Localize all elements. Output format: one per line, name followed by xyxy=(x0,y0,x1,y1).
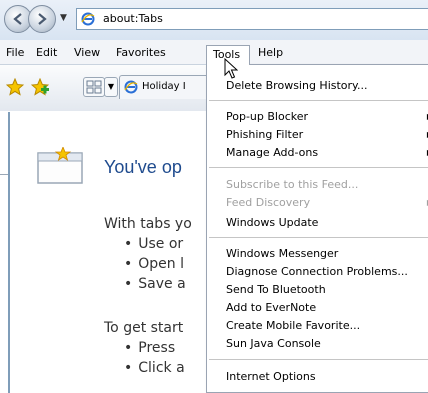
get-started-text: To get start xyxy=(104,320,184,336)
favorites-star-icon[interactable] xyxy=(6,78,24,96)
tab-list-dropdown[interactable]: ▼ xyxy=(104,77,118,97)
list-item: Click a xyxy=(124,360,184,376)
address-bar[interactable]: about:Tabs xyxy=(76,8,428,30)
forward-button[interactable] xyxy=(28,5,56,33)
menu-item-diagnose-connection[interactable]: Diagnose Connection Problems... xyxy=(226,265,408,278)
menu-item-phishing-filter[interactable]: Phishing Filter xyxy=(226,128,303,141)
forward-arrow-icon xyxy=(38,13,47,25)
menu-item-create-mobile-favorite[interactable]: Create Mobile Favorite... xyxy=(226,319,360,332)
mouse-pointer-icon xyxy=(224,58,238,79)
menu-view[interactable]: View xyxy=(74,46,100,59)
quick-tabs-button[interactable] xyxy=(83,77,105,97)
menu-separator xyxy=(209,359,428,360)
address-row: ▼ about:Tabs xyxy=(0,0,428,40)
recent-pages-dropdown[interactable]: ▼ xyxy=(60,13,67,23)
menu-separator xyxy=(209,100,428,101)
menu-item-subscribe-feed: Subscribe to this Feed... xyxy=(226,178,359,191)
menu-item-internet-options[interactable]: Internet Options xyxy=(226,370,316,383)
menu-item-windows-update[interactable]: Windows Update xyxy=(226,216,318,229)
tab-holiday[interactable]: Holiday I xyxy=(119,75,219,99)
menu-item-manage-addons[interactable]: Manage Add-ons xyxy=(226,146,318,159)
menu-item-add-evernote[interactable]: Add to EverNote xyxy=(226,301,316,314)
menu-separator xyxy=(209,237,428,238)
add-favorite-icon[interactable] xyxy=(31,78,49,96)
tab-label: Holiday I xyxy=(142,81,186,92)
back-arrow-icon xyxy=(13,13,22,25)
ie-logo-icon xyxy=(81,12,95,26)
menu-item-popup-blocker[interactable]: Pop-up Blocker xyxy=(226,110,308,123)
intro-text: With tabs yo xyxy=(104,216,192,232)
menu-help[interactable]: Help xyxy=(258,46,283,59)
ie-logo-icon xyxy=(124,80,138,94)
list-item: Open l xyxy=(124,256,184,272)
menu-item-send-bluetooth[interactable]: Send To Bluetooth xyxy=(226,283,326,296)
menu-item-java-console[interactable]: Sun Java Console xyxy=(226,337,321,350)
tools-menu: Delete Browsing History... Pop-up Blocke… xyxy=(206,64,428,393)
menu-item-windows-messenger[interactable]: Windows Messenger xyxy=(226,247,338,260)
list-item: Save a xyxy=(124,276,185,292)
quick-tabs-icon xyxy=(86,80,102,94)
list-item: Use or xyxy=(124,236,183,252)
address-text: about:Tabs xyxy=(103,12,163,25)
menu-item-delete-history[interactable]: Delete Browsing History... xyxy=(226,79,368,92)
list-item: Press xyxy=(124,340,175,356)
page-title: You've op xyxy=(104,157,182,177)
menu-favorites[interactable]: Favorites xyxy=(116,46,166,59)
menu-file[interactable]: File xyxy=(6,46,24,59)
menu-separator xyxy=(209,167,428,168)
menu-item-feed-discovery: Feed Discovery xyxy=(226,196,311,209)
new-tab-page-icon xyxy=(37,147,83,184)
menu-edit[interactable]: Edit xyxy=(36,46,57,59)
